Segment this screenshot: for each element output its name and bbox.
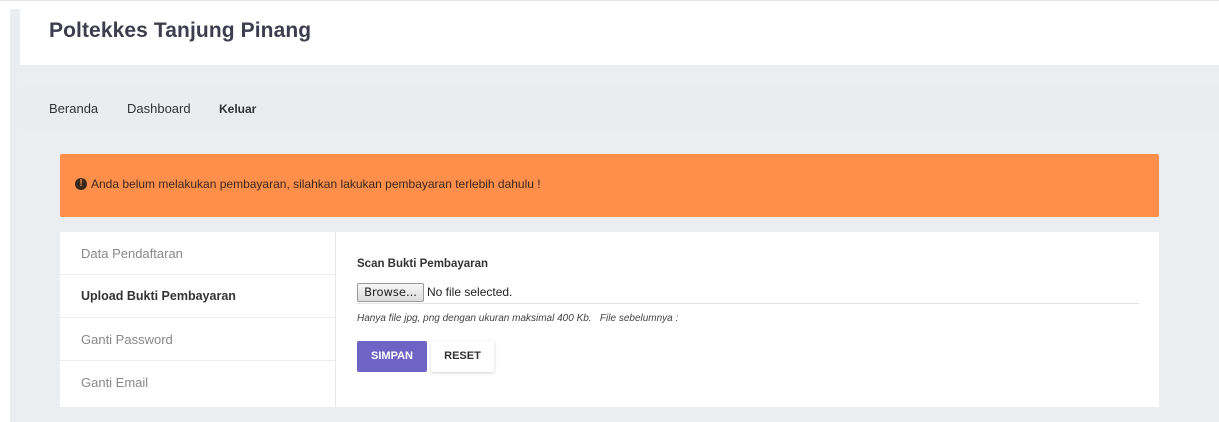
navbar: Beranda Dashboard Keluar: [20, 85, 1219, 132]
simpan-button[interactable]: SIMPAN: [357, 341, 427, 372]
upload-form: Scan Bukti Pembayaran Browse... No file …: [357, 232, 1142, 407]
alert-message: Anda belum melakukan pembayaran, silahka…: [91, 176, 541, 191]
main-panel: Data Pendaftaran Upload Bukti Pembayaran…: [60, 232, 1159, 407]
field-label-scan: Scan Bukti Pembayaran: [357, 258, 489, 270]
header: Poltekkes Tanjung Pinang: [20, 9, 1219, 65]
nav-beranda[interactable]: Beranda: [49, 101, 98, 116]
file-hint: Hanya file jpg, png dengan ukuran maksim…: [357, 313, 679, 324]
exclamation-circle-icon: !: [75, 177, 87, 190]
file-input: Browse... No file selected.: [357, 283, 1139, 304]
file-status: No file selected.: [427, 285, 513, 299]
reset-button[interactable]: RESET: [431, 341, 494, 372]
sidebar-item-ganti-email[interactable]: Ganti Email: [60, 361, 335, 404]
browse-button[interactable]: Browse...: [357, 283, 424, 302]
sidebar-item-upload-bukti-pembayaran[interactable]: Upload Bukti Pembayaran: [60, 275, 335, 318]
sidebar: Data Pendaftaran Upload Bukti Pembayaran…: [60, 232, 336, 407]
sidebar-item-ganti-password[interactable]: Ganti Password: [60, 318, 335, 361]
top-border: [0, 0, 1219, 1]
sidebar-item-data-pendaftaran[interactable]: Data Pendaftaran: [60, 232, 335, 275]
nav-dashboard[interactable]: Dashboard: [127, 101, 191, 116]
brand-title: Poltekkes Tanjung Pinang: [49, 19, 312, 42]
payment-alert: ! Anda belum melakukan pembayaran, silah…: [60, 154, 1159, 217]
nav-keluar[interactable]: Keluar: [219, 102, 256, 116]
